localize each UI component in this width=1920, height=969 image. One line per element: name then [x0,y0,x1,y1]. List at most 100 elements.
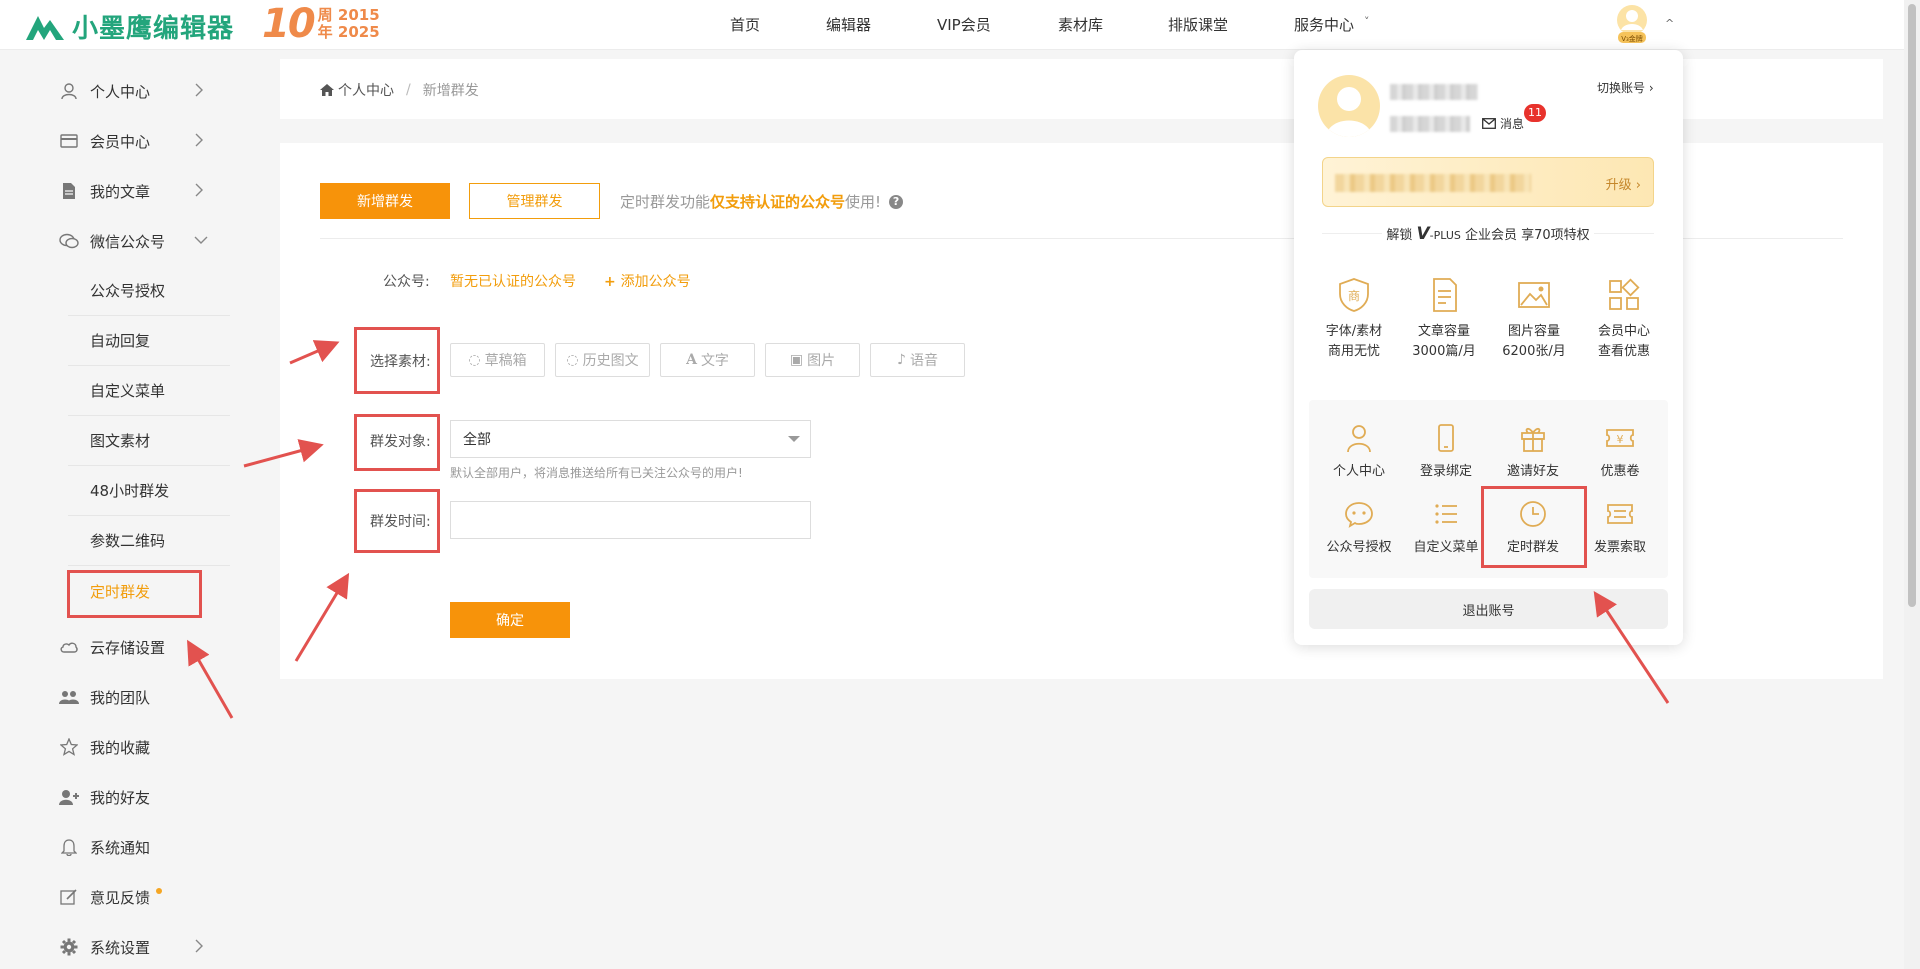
nav-course[interactable]: 排版课堂 [1168,14,1228,35]
material-text-button[interactable]: A 文字 [660,343,755,377]
quick-login-binding[interactable]: 登录绑定 [1403,422,1489,479]
chevron-down-icon [194,236,208,244]
quick-label: 邀请好友 [1506,464,1559,479]
coupon-glyph: ¥ [1617,433,1624,446]
vip-upgrade-bar[interactable]: 升级 › [1322,157,1654,207]
sidebar-item-favorites[interactable]: 我的收藏 [58,722,230,772]
sidebar-sub-item[interactable]: 图文素材 [68,416,230,466]
sidebar-sub-item[interactable]: 参数二维码 [68,516,230,566]
chevron-right-icon [195,939,203,953]
sidebar-item-friends[interactable]: 我的好友 [58,772,230,822]
annotation-highlight-box [1481,486,1587,568]
sidebar-sub-item[interactable]: 48小时群发 [68,466,230,516]
gift-icon [1521,427,1545,452]
quick-custom-menu[interactable]: 自定义菜单 [1403,498,1489,555]
material-voice-button[interactable]: ♪ 语音 [870,343,965,377]
chevron-right-icon [195,83,203,97]
material-image-button[interactable]: ▣ 图片 [765,343,860,377]
nav-materials[interactable]: 素材库 [1058,14,1103,35]
unlock-plus-text: 解锁 V-PLUS 企业会员 享70项特权 [1322,224,1654,244]
sidebar-item-wechat[interactable]: 微信公众号 [58,216,230,266]
quick-invoice[interactable]: 发票索取 [1577,498,1663,555]
sidebar-item-member[interactable]: 会员中心 [58,116,230,166]
logout-button[interactable]: 退出账号 [1309,589,1668,629]
nav-editor[interactable]: 编辑器 [826,14,871,35]
chevron-up-icon[interactable]: ^ [1665,17,1674,30]
quick-profile[interactable]: 个人中心 [1316,422,1402,479]
breadcrumb-separator: / [406,82,411,98]
material-draft-button[interactable]: ◌ 草稿箱 [450,343,545,377]
sidebar-item-notifications[interactable]: 系统通知 [58,822,230,872]
font-icon: A [686,352,697,368]
breadcrumb-home[interactable]: 个人中心 [338,80,394,100]
switch-account-link[interactable]: 切换账号 › [1597,79,1654,96]
feedback-icon [58,886,80,908]
coupon-icon: ¥ [1606,429,1634,447]
sidebar-sub-item[interactable]: 自定义菜单 [68,366,230,416]
nav-service[interactable]: 服务中心 [1294,14,1354,35]
perk-line1: 会员中心 [1597,324,1650,339]
shop-shield-icon: 商 [1339,278,1369,312]
material-label-text: 文字 [700,353,729,369]
apps-icon [1609,278,1640,310]
nav-home[interactable]: 首页 [730,14,760,35]
sidebar-item-feedback[interactable]: 意见反馈 [58,872,230,922]
annotation-highlight-box [354,327,440,394]
plus-text: -PLUS [1429,229,1461,242]
perk-line2: 商用无忧 [1327,344,1380,359]
quick-label: 优惠卷 [1600,464,1640,479]
sidebar-item-profile[interactable]: 个人中心 [58,66,230,116]
perk-line1: 文章容量 [1417,324,1470,339]
sidebar-sub-item[interactable]: 自动回复 [68,316,230,366]
messages-link[interactable]: 消息 [1482,115,1524,132]
message-count-badge: 11 [1524,104,1546,122]
perk-member-center[interactable]: 会员中心 查看优惠 [1579,276,1669,362]
help-icon[interactable]: ? [889,194,904,209]
material-history-button[interactable]: ◌ 历史图文 [555,343,650,377]
material-label-text: 草稿箱 [484,353,527,369]
top-header: 小墨鹰编辑器 10 周 2015 年 2025 首页 编辑器 VIP会员 素材库… [0,0,1920,50]
new-broadcast-button[interactable]: 新增群发 [320,183,450,219]
annotation-highlight-box [354,489,440,553]
scrollbar-thumb[interactable] [1908,4,1916,607]
annotation-highlight-box [354,414,440,471]
material-label-text: 历史图文 [582,353,639,369]
sidebar-item-articles[interactable]: 我的文章 [58,166,230,216]
upgrade-link[interactable]: 升级 › [1606,174,1641,193]
home-icon [320,84,334,96]
ticket-icon [1607,504,1633,524]
phone-icon [1438,424,1454,452]
wechat-icon [58,230,80,252]
sidebar-sub-item[interactable]: 公众号授权 [68,266,230,316]
target-select[interactable]: 全部 [450,420,811,458]
sidebar-item-label: 微信公众号 [90,232,166,251]
image-icon: ▣ [789,352,804,368]
chevron-right-icon [195,183,203,197]
perk-line2: 查看优惠 [1597,344,1650,359]
perk-commercial[interactable]: 商 字体/素材 商用无忧 [1309,276,1399,362]
quick-coupon[interactable]: ¥ 优惠卷 [1577,422,1663,479]
notice-text: 定时群发功能 仅支持认证的公众号 使用! ? [620,191,904,212]
nav-vip[interactable]: VIP会员 [937,14,991,35]
perk-line1: 图片容量 [1507,324,1560,339]
confirm-button[interactable]: 确定 [450,602,570,638]
messages-label: 消息 [1500,117,1525,131]
sidebar-item-cloud[interactable]: 云存储设置 [58,622,230,672]
quick-label: 登录绑定 [1419,464,1472,479]
picture-icon [1518,282,1550,308]
avatar-badge: V₃金牌 [1621,34,1643,43]
time-input[interactable] [450,501,811,539]
breadcrumb-current: 新增群发 [422,83,479,99]
perk-images[interactable]: 图片容量 6200张/月 [1489,276,1579,362]
quick-invite[interactable]: 邀请好友 [1490,422,1576,479]
sidebar-item-team[interactable]: 我的团队 [58,672,230,722]
card-icon [58,130,80,152]
quick-wechat-auth[interactable]: 公众号授权 [1316,498,1402,555]
sidebar-item-settings[interactable]: 系统设置 [58,922,230,969]
manage-broadcast-button[interactable]: 管理群发 [469,183,600,219]
perk-articles[interactable]: 文章容量 3000篇/月 [1399,276,1489,362]
sidebar-item-label: 我的文章 [90,182,151,201]
team-icon [58,686,80,708]
avatar[interactable]: V₃金牌 [1612,4,1652,44]
add-account-link[interactable]: + 添加公众号 [604,271,691,291]
